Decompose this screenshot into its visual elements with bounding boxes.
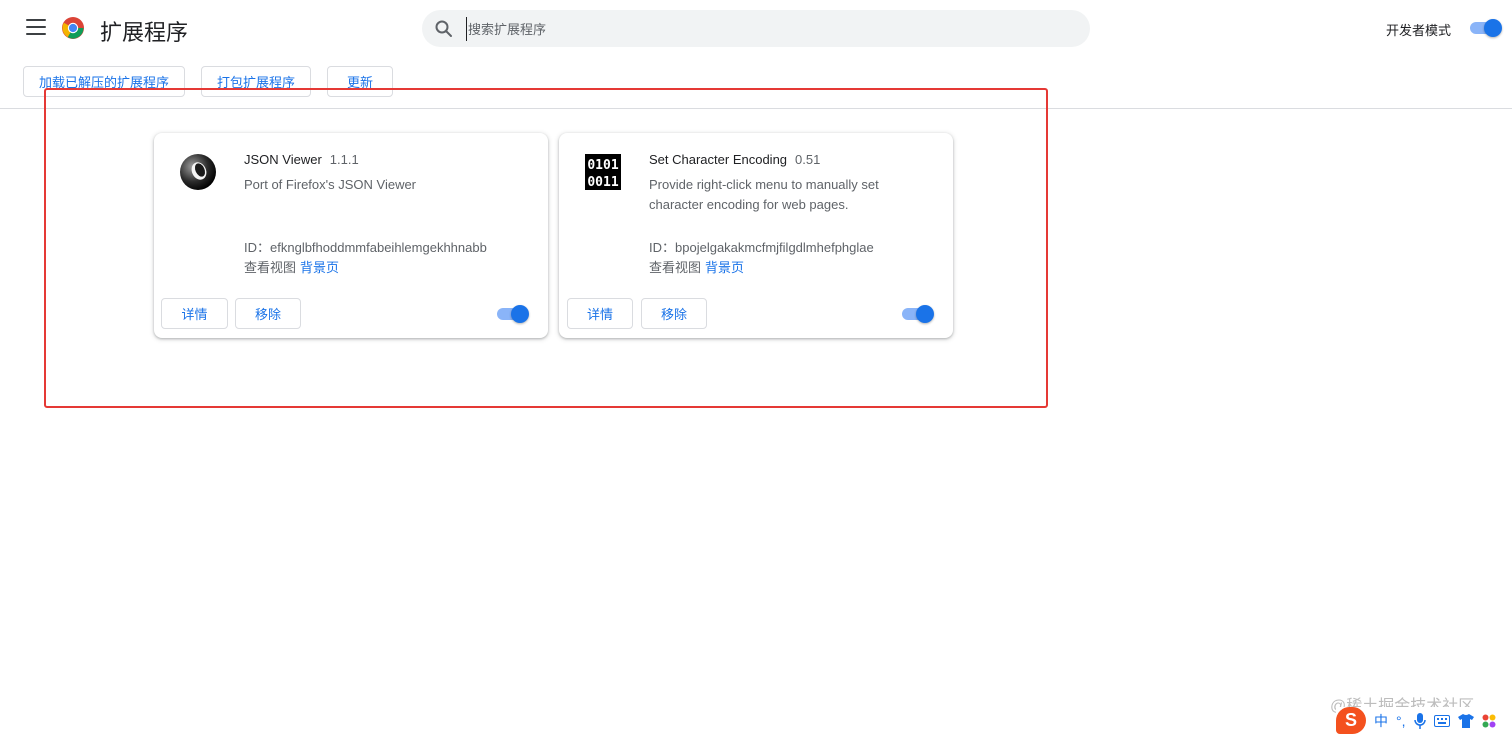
inspect-views-label: 查看视图 [244, 260, 297, 275]
inspect-views: 查看视图 背景页 [244, 257, 339, 276]
developer-mode-label: 开发者模式 [1386, 23, 1452, 38]
extension-name: Set Character Encoding [649, 152, 788, 167]
ime-mode-toggle[interactable]: 中 [1374, 711, 1388, 731]
inspect-views: 查看视图 背景页 [649, 257, 744, 276]
extension-title: JSON Viewer 1.1.1 [244, 152, 359, 167]
extension-card-json-viewer: JSON Viewer 1.1.1 Port of Firefox's JSON … [154, 133, 548, 338]
developer-mode-toggle[interactable] [1468, 18, 1502, 38]
background-page-link[interactable]: 背景页 [705, 260, 744, 275]
extension-version: 0.51 [795, 152, 821, 167]
background-page-link[interactable]: 背景页 [300, 260, 339, 275]
ime-punctuation-toggle[interactable]: °, [1396, 713, 1406, 729]
ime-toolbar: S 中 °, [1336, 707, 1512, 734]
extension-id: ID：bpojelgakakmcfmjfilgdlmhefphglae [649, 240, 874, 255]
search-icon [435, 20, 452, 37]
search-box[interactable] [422, 10, 1090, 47]
header-bar: 扩展程序 开发者模式 [0, 0, 1512, 58]
search-input[interactable] [466, 17, 1066, 41]
remove-button[interactable]: 移除 [641, 298, 707, 329]
update-button[interactable]: 更新 [327, 66, 393, 97]
toolbox-grid-icon[interactable] [1482, 714, 1496, 728]
inspect-views-label: 查看视图 [649, 260, 702, 275]
extension-title: Set Character Encoding 0.51 [649, 152, 820, 167]
sogou-logo-icon[interactable]: S [1336, 707, 1366, 734]
extension-version: 1.1.1 [329, 152, 359, 167]
details-button[interactable]: 详情 [567, 298, 633, 329]
skin-shirt-icon[interactable] [1457, 713, 1474, 728]
json-viewer-ring-icon [180, 154, 216, 190]
extension-id: ID：efknglbfhoddmmfabeihlemgekhhnabb [244, 240, 487, 255]
remove-button[interactable]: 移除 [235, 298, 301, 329]
extension-description: Port of Firefox's JSON Viewer [244, 177, 417, 192]
keyboard-icon[interactable] [1433, 714, 1450, 727]
extension-description: Provide right-click menu to manually set… [649, 177, 879, 212]
page-title: 扩展程序 [100, 20, 189, 45]
extension-enable-toggle[interactable] [495, 304, 529, 324]
pack-extension-button[interactable]: 打包扩展程序 [201, 66, 311, 97]
extension-name: JSON Viewer [244, 152, 322, 167]
details-button[interactable]: 详情 [161, 298, 228, 329]
load-unpacked-button[interactable]: 加载已解压的扩展程序 [23, 66, 185, 97]
extension-card-set-character-encoding: 0101 0011 Set Character Encoding 0.51 Pro… [559, 133, 953, 338]
hamburger-menu-icon[interactable] [26, 19, 46, 37]
extension-enable-toggle[interactable] [900, 304, 934, 324]
binary-icon: 0101 0011 [585, 154, 621, 190]
chrome-logo-icon [62, 17, 84, 39]
dev-toolbar: 加载已解压的扩展程序 打包扩展程序 更新 [0, 58, 1512, 109]
microphone-icon[interactable] [1413, 712, 1426, 729]
